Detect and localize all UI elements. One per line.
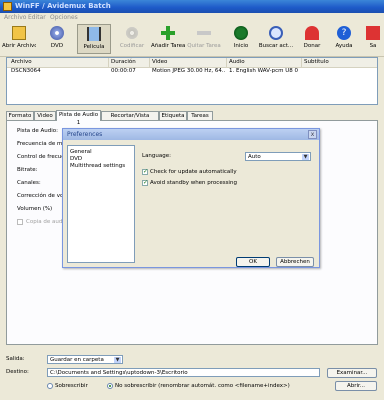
donate-button[interactable]: Donar <box>298 24 326 54</box>
chevron-down-icon: ▼ <box>114 357 121 363</box>
start-button[interactable]: Inicio <box>226 24 256 54</box>
category-multithread[interactable]: Multithread settings <box>70 163 125 169</box>
tab-crop-preview[interactable]: Recortar/Vista previa <box>101 111 159 127</box>
film-icon <box>87 27 101 41</box>
menu-editar[interactable]: Editar <box>28 14 46 21</box>
output-select[interactable]: Guardar en carpeta ▼ <box>47 355 123 364</box>
bitrate-label: Bitrate: <box>17 167 38 173</box>
add-icon <box>161 26 175 40</box>
browse-button[interactable]: Examinar... <box>327 368 377 378</box>
dvd-button[interactable]: DVD <box>40 24 74 54</box>
exit-label: Sa <box>369 43 377 49</box>
dialog-title: Preferences <box>67 131 103 138</box>
destination-label: Destino: <box>6 369 29 375</box>
channels-label: Canales: <box>17 180 41 186</box>
start-label: Inicio <box>233 43 249 49</box>
preferences-category-list[interactable]: General DVD Multithread settings <box>67 145 135 263</box>
table-cell: 1. English WAV-pcm U8 0 ... <box>229 68 300 74</box>
column-header[interactable]: Subtítulo <box>304 59 329 65</box>
tab-video[interactable]: Video <box>34 111 56 120</box>
column-divider <box>301 58 302 67</box>
donate-icon <box>305 26 319 40</box>
movie-label: Película <box>83 44 105 50</box>
close-icon[interactable]: x <box>308 130 317 139</box>
volume-label: Volumen (%) <box>17 206 53 212</box>
search-icon <box>269 26 283 40</box>
remove-task-label: Quitar Tarea <box>187 43 221 49</box>
open-file-button[interactable]: Abrir Archivo <box>2 24 36 54</box>
open-file-label: Abrir Archivo <box>2 43 36 49</box>
open-folder-button[interactable]: Abrir... <box>335 381 377 391</box>
table-cell: Motion JPEG 30.00 Hz, 64... <box>152 68 225 74</box>
title-bar: WinFF / Avidemux Batch <box>0 0 384 13</box>
table-row[interactable]: DSCN3064 00:00:07 Motion JPEG 30.00 Hz, … <box>7 67 377 75</box>
no-overwrite-radio[interactable] <box>107 383 113 389</box>
menu-archivo[interactable]: Archivo <box>4 14 26 21</box>
app-icon <box>3 2 12 11</box>
copy-audio-checkbox[interactable] <box>17 219 23 225</box>
column-header[interactable]: Archivo <box>11 59 32 65</box>
encode-label: Codificar <box>119 43 145 49</box>
donate-label: Donar <box>303 43 321 49</box>
help-label: Ayuda <box>335 43 353 49</box>
destination-field[interactable]: C:\Documents and Settings\uptodown-3\Esc… <box>47 368 320 377</box>
column-header[interactable]: Video <box>152 59 167 65</box>
column-divider <box>108 58 109 67</box>
table-cell: DSCN3064 <box>11 68 41 74</box>
tab-tasks[interactable]: Tareas <box>187 111 213 120</box>
language-select[interactable]: Auto ▼ <box>245 152 311 161</box>
overwrite-label: Sobrescribir <box>55 383 88 389</box>
task-list[interactable]: Archivo Duración Video Audio Subtítulo D… <box>6 57 378 105</box>
dvd-icon <box>50 26 64 40</box>
column-divider <box>149 58 150 67</box>
preferences-dialog: Preferences x General DVD Multithread se… <box>62 128 320 268</box>
check-update-label: Buscar act... <box>258 43 294 49</box>
add-task-label: Añadir Tarea <box>151 43 185 49</box>
tab-formato[interactable]: Formato <box>6 111 34 120</box>
help-button[interactable]: ? Ayuda <box>330 24 358 54</box>
toolbar: Abrir Archivo DVD Película Codificar Aña… <box>0 23 384 57</box>
column-header[interactable]: Duración <box>111 59 136 65</box>
no-overwrite-label: No sobrescribir (renombrar automát. como… <box>115 383 290 389</box>
cancel-button[interactable]: Abbrechen <box>276 257 314 267</box>
table-cell: 00:00:07 <box>111 68 136 74</box>
avoid-standby-text: Avoid standby when processing <box>150 180 237 186</box>
language-value: Auto <box>248 154 261 160</box>
exit-button[interactable]: Sa <box>362 24 384 54</box>
tab-tag[interactable]: Etiqueta <box>159 111 187 120</box>
encode-button[interactable]: Codificar <box>116 24 148 54</box>
tab-audio-track-1[interactable]: Pista de Audio 1 <box>56 110 101 126</box>
encode-icon <box>125 26 139 40</box>
category-general[interactable]: General <box>70 149 92 155</box>
check-update-checkbox[interactable] <box>142 168 148 175</box>
movie-button[interactable]: Película <box>77 24 111 54</box>
remove-icon <box>197 26 211 40</box>
ok-button[interactable]: OK <box>236 257 270 267</box>
category-dvd[interactable]: DVD <box>70 156 82 162</box>
add-task-button[interactable]: Añadir Tarea <box>151 24 185 54</box>
column-divider <box>226 58 227 67</box>
menu-bar: Archivo Editar Opciones <box>0 13 384 23</box>
dialog-title-bar: Preferences x <box>63 129 319 140</box>
exit-icon <box>366 26 380 40</box>
window-title: WinFF / Avidemux Batch <box>15 2 111 10</box>
remove-task-button[interactable]: Quitar Tarea <box>187 24 221 54</box>
start-icon <box>234 26 248 40</box>
destination-value: C:\Documents and Settings\uptodown-3\Esc… <box>50 370 188 376</box>
folder-icon <box>12 26 26 40</box>
output-label: Salida: <box>6 356 25 362</box>
dvd-label: DVD <box>50 43 64 49</box>
chevron-down-icon: ▼ <box>302 154 309 160</box>
language-label: Language: <box>142 153 171 159</box>
column-header[interactable]: Audio <box>229 59 245 65</box>
help-icon: ? <box>337 26 351 40</box>
menu-opciones[interactable]: Opciones <box>50 14 78 21</box>
check-update-text: Check for update automatically <box>150 169 237 175</box>
audio-track-label: Pista de Audio: <box>17 128 58 134</box>
check-update-button[interactable]: Buscar act... <box>258 24 294 54</box>
overwrite-radio[interactable] <box>47 383 53 389</box>
output-value: Guardar en carpeta <box>50 357 104 363</box>
avoid-standby-checkbox[interactable] <box>142 179 148 186</box>
